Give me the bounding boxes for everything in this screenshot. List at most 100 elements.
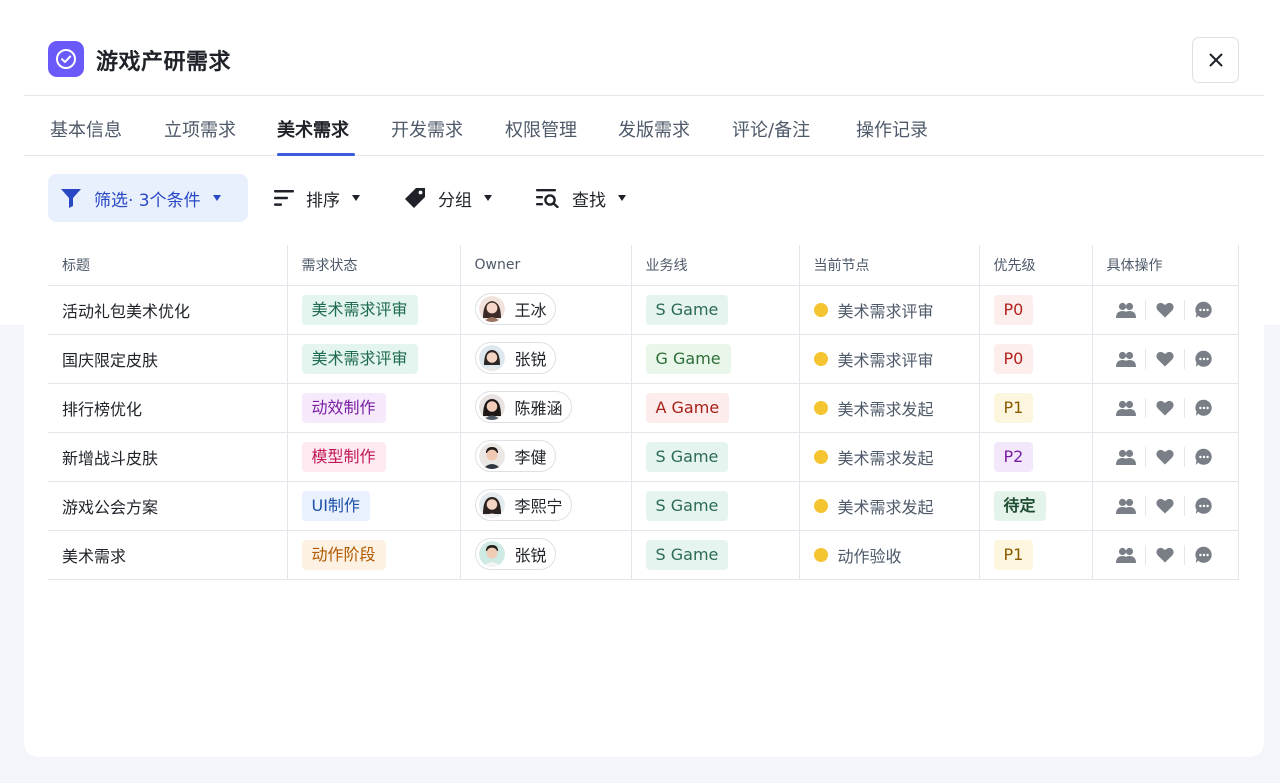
assign-users-button[interactable] [1107, 397, 1145, 419]
current-node: 美术需求发起 [813, 494, 965, 518]
row-title: 国庆限定皮肤 [48, 334, 288, 384]
business-line-badge: G Game [645, 343, 731, 374]
chevron-down-icon [484, 195, 492, 201]
tab-release-requirements[interactable]: 发版需求 [618, 116, 690, 142]
users-icon [1115, 449, 1136, 465]
heart-icon [1156, 302, 1174, 317]
assign-users-button[interactable] [1107, 348, 1145, 370]
avatar [478, 345, 505, 371]
chevron-down-icon [352, 195, 360, 201]
tab-basic-info[interactable]: 基本信息 [50, 116, 122, 142]
users-icon [1115, 498, 1136, 514]
sort-button[interactable]: 排序 [274, 174, 360, 222]
assign-users-button[interactable] [1107, 446, 1145, 468]
row-title: 游戏公会方案 [48, 481, 288, 531]
filter-icon [61, 189, 81, 208]
comment-button[interactable] [1185, 544, 1223, 566]
comment-button[interactable] [1185, 446, 1223, 468]
column-header-owner[interactable]: Owner [460, 245, 632, 286]
node-label: 美术需求发起 [837, 399, 934, 419]
business-line-badge: S Game [645, 294, 729, 325]
node-label: 美术需求发起 [837, 497, 934, 517]
owner-chip[interactable]: 王冰 [474, 293, 556, 325]
filter-label: 筛选· 3个条件 [94, 190, 201, 211]
favorite-button[interactable] [1146, 397, 1184, 419]
status-dot-icon [813, 547, 828, 562]
column-header-title[interactable]: 标题 [48, 245, 288, 286]
favorite-button[interactable] [1146, 495, 1184, 517]
table-row[interactable]: 排行榜优化 动效制作 陈雅涵 A Game 美术需求发起 P1 [48, 383, 1239, 433]
status-badge: 美术需求评审 [301, 294, 418, 325]
current-node: 美术需求发起 [813, 445, 965, 469]
priority-badge: 待定 [993, 490, 1046, 521]
column-header-actions: 具体操作 [1092, 245, 1239, 286]
comment-icon [1195, 546, 1213, 563]
business-line-badge: A Game [645, 392, 730, 423]
favorite-button[interactable] [1146, 299, 1184, 321]
tab-permissions[interactable]: 权限管理 [505, 116, 577, 142]
table-row[interactable]: 国庆限定皮肤 美术需求评审 张锐 G Game 美术需求评审 P0 [48, 334, 1239, 384]
priority-badge: P2 [993, 441, 1034, 472]
favorite-button[interactable] [1146, 544, 1184, 566]
current-node: 美术需求评审 [813, 298, 965, 322]
tab-project-requirements[interactable]: 立项需求 [164, 116, 236, 142]
tab-operation-log[interactable]: 操作记录 [856, 116, 928, 142]
column-header-business-line[interactable]: 业务线 [631, 245, 800, 286]
owner-chip[interactable]: 张锐 [474, 342, 556, 374]
comment-button[interactable] [1185, 299, 1223, 321]
column-header-status[interactable]: 需求状态 [287, 245, 461, 286]
status-badge: 模型制作 [301, 441, 386, 472]
table-row[interactable]: 美术需求 动作阶段 张锐 S Game 动作验收 P1 [48, 530, 1239, 580]
comment-button[interactable] [1185, 495, 1223, 517]
column-header-current-node[interactable]: 当前节点 [799, 245, 980, 286]
row-actions [1107, 348, 1224, 370]
table-row[interactable]: 活动礼包美术优化 美术需求评审 王冰 S Game 美术需求评审 P0 [48, 285, 1239, 335]
sort-label: 排序 [306, 190, 340, 211]
assign-users-button[interactable] [1107, 544, 1145, 566]
owner-chip[interactable]: 李健 [474, 440, 556, 472]
comment-button[interactable] [1185, 397, 1223, 419]
table-row[interactable]: 新增战斗皮肤 模型制作 李健 S Game 美术需求发起 P2 [48, 432, 1239, 482]
status-badge: 美术需求评审 [301, 343, 418, 374]
row-actions [1107, 544, 1224, 566]
assign-users-button[interactable] [1107, 495, 1145, 517]
find-button[interactable]: 查找 [536, 174, 626, 222]
tab-art-requirements[interactable]: 美术需求 [277, 116, 349, 142]
owner-chip[interactable]: 张锐 [474, 538, 556, 570]
priority-badge: P1 [993, 539, 1034, 570]
group-button[interactable]: 分组 [404, 174, 492, 222]
owner-name: 李熙宁 [514, 497, 563, 516]
tag-icon [405, 188, 425, 208]
tab-bar: 基本信息 立项需求 美术需求 开发需求 权限管理 发版需求 评论/备注 操作记录 [24, 96, 1264, 156]
active-tab-indicator [277, 153, 355, 156]
favorite-button[interactable] [1146, 348, 1184, 370]
tab-comments[interactable]: 评论/备注 [732, 116, 810, 142]
avatar [478, 492, 505, 518]
node-label: 动作验收 [837, 546, 902, 566]
heart-icon [1156, 351, 1174, 366]
comment-icon [1195, 350, 1213, 367]
comment-icon [1195, 497, 1213, 514]
page-title: 游戏产研需求 [96, 50, 232, 75]
owner-name: 陈雅涵 [514, 399, 563, 418]
column-header-priority[interactable]: 优先级 [979, 245, 1093, 286]
avatar [478, 443, 505, 469]
owner-chip[interactable]: 陈雅涵 [474, 391, 572, 423]
comment-button[interactable] [1185, 348, 1223, 370]
close-button[interactable] [1192, 37, 1239, 83]
row-title: 新增战斗皮肤 [48, 432, 288, 482]
status-dot-icon [813, 498, 828, 513]
current-node: 动作验收 [813, 543, 965, 567]
owner-chip[interactable]: 李熙宁 [474, 489, 572, 521]
table-row[interactable]: 游戏公会方案 UI制作 李熙宁 S Game 美术需求发起 待定 [48, 481, 1239, 531]
favorite-button[interactable] [1146, 446, 1184, 468]
assign-users-button[interactable] [1107, 299, 1145, 321]
row-actions [1107, 495, 1224, 517]
tab-dev-requirements[interactable]: 开发需求 [391, 116, 463, 142]
owner-name: 李健 [514, 448, 547, 467]
comment-icon [1195, 448, 1213, 465]
filter-button[interactable]: 筛选· 3个条件 [48, 174, 248, 222]
node-label: 美术需求评审 [837, 350, 934, 370]
chevron-down-icon [212, 195, 221, 201]
requirements-table: 标题 需求状态 Owner 业务线 当前节点 优先级 具体操作 活动礼包美术优化… [48, 245, 1239, 580]
